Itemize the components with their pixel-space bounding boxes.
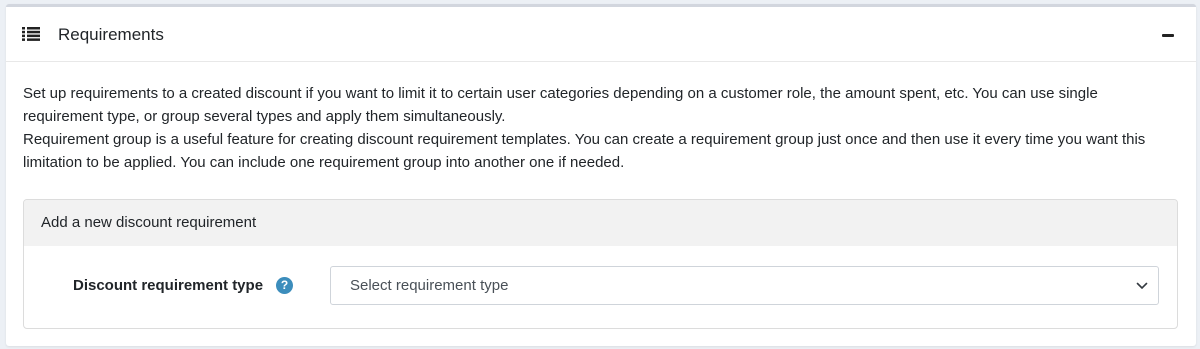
requirements-panel: Requirements Set up requirements to a cr… bbox=[6, 4, 1196, 346]
description-paragraph: Set up requirements to a created discoun… bbox=[23, 85, 1098, 125]
select-value: Select requirement type bbox=[350, 277, 509, 294]
add-requirement-title: Add a new discount requirement bbox=[41, 214, 257, 231]
panel-description: Set up requirements to a created discoun… bbox=[23, 82, 1173, 174]
question-circle-icon[interactable]: ? bbox=[276, 277, 293, 294]
minus-icon bbox=[1162, 34, 1174, 37]
chevron-down-icon bbox=[1136, 282, 1148, 289]
requirement-type-select[interactable]: Select requirement type bbox=[330, 266, 1159, 305]
panel-title: Requirements bbox=[58, 25, 164, 44]
collapse-button[interactable] bbox=[1158, 23, 1178, 45]
requirement-type-label: Discount requirement type bbox=[73, 277, 264, 294]
description-paragraph: Requirement group is a useful feature fo… bbox=[23, 131, 1146, 171]
add-requirement-header: Add a new discount requirement bbox=[24, 200, 1177, 246]
list-icon bbox=[22, 27, 40, 41]
add-requirement-card: Add a new discount requirement Discount … bbox=[23, 199, 1178, 329]
panel-header[interactable]: Requirements bbox=[6, 7, 1196, 62]
